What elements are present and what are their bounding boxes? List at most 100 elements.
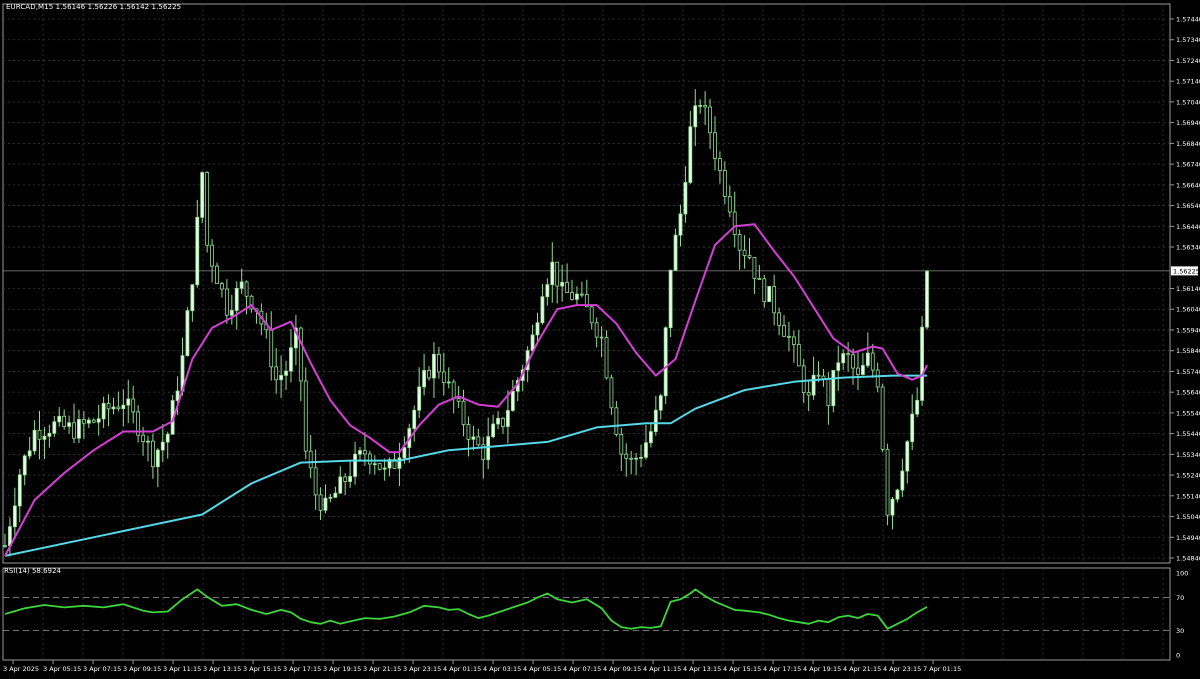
- candle-body: [767, 286, 772, 302]
- candle-body: [865, 352, 870, 366]
- candle-body: [496, 417, 500, 425]
- candle-body: [609, 377, 614, 409]
- candle-body: [358, 450, 362, 455]
- candle-body: [432, 353, 436, 379]
- candle-body: [146, 440, 150, 443]
- candle-body: [875, 369, 880, 388]
- candle-body: [579, 293, 584, 296]
- fast-moving-average-line: [4, 223, 928, 557]
- candle-body: [111, 406, 116, 410]
- candle-body: [550, 261, 555, 285]
- candle-body: [900, 470, 905, 491]
- candle-body: [673, 234, 678, 271]
- candle-body: [466, 424, 471, 440]
- candle-body: [727, 196, 732, 213]
- candle-body: [737, 234, 742, 251]
- candle-body: [446, 381, 451, 384]
- candle-body: [905, 441, 910, 472]
- price-tick-label: 1.56940: [1176, 119, 1200, 127]
- candle-body: [151, 440, 155, 468]
- candle-body: [782, 325, 786, 337]
- price-tick-label: 1.56540: [1176, 202, 1200, 210]
- candle-body: [762, 278, 767, 302]
- candle-body: [870, 352, 875, 371]
- candle-body: [274, 366, 279, 381]
- candle-body: [436, 353, 441, 373]
- candle-body: [32, 429, 37, 452]
- candle-body: [895, 489, 900, 500]
- current-price-label: 1.56225: [1173, 267, 1200, 275]
- candle-body: [747, 255, 752, 258]
- candle-body: [688, 126, 693, 183]
- candle-body: [811, 374, 816, 396]
- candle-body: [648, 431, 653, 444]
- candle-body: [81, 419, 86, 424]
- time-tick-label: 4 Apr 03:15: [483, 665, 521, 673]
- time-tick-label: 3 Apr 07:15: [83, 665, 121, 673]
- time-tick-label: 4 Apr 21:15: [843, 665, 881, 673]
- candle-body: [244, 281, 249, 297]
- time-tick-label: 3 Apr 23:15: [403, 665, 441, 673]
- candle-body: [732, 211, 737, 235]
- candle-body: [190, 284, 195, 312]
- candle-body: [116, 406, 121, 410]
- candle-body: [826, 378, 831, 407]
- candle-body: [451, 381, 456, 400]
- candle-body: [165, 433, 170, 443]
- time-tick-label: 4 Apr 01:15: [443, 665, 481, 673]
- time-tick-label: 3 Apr 19:15: [323, 665, 361, 673]
- candle-body: [185, 310, 190, 357]
- candle-body: [693, 105, 698, 128]
- price-tick-label: 1.55840: [1176, 347, 1200, 355]
- candle-body: [718, 158, 722, 171]
- candle-body: [234, 287, 239, 311]
- candle-body: [333, 492, 338, 498]
- rsi-tick-label: 30: [1176, 627, 1184, 635]
- candle-body: [796, 344, 801, 367]
- price-tick-label: 1.56440: [1176, 223, 1200, 231]
- candle-body: [224, 288, 229, 316]
- candle-body: [663, 327, 668, 397]
- time-tick-label: 4 Apr 07:15: [563, 665, 601, 673]
- candle-body: [565, 281, 569, 293]
- candle-body: [752, 257, 757, 279]
- candle-body: [239, 281, 244, 289]
- candle-body: [777, 312, 781, 326]
- candle-body: [91, 419, 96, 423]
- price-tick-label: 1.55240: [1176, 472, 1200, 480]
- candle-body: [920, 326, 924, 401]
- candle-body: [841, 353, 846, 364]
- candle-body: [915, 400, 920, 415]
- slow-moving-average-line: [4, 374, 927, 557]
- candle-body: [831, 369, 836, 407]
- candle-body: [72, 422, 76, 439]
- time-tick-label: 3 Apr 11:15: [163, 665, 201, 673]
- candle-body: [846, 353, 851, 356]
- candle-body: [353, 453, 357, 477]
- candle-body: [880, 386, 885, 450]
- candle-body: [910, 413, 915, 443]
- price-tick-label: 1.55540: [1176, 409, 1200, 417]
- candle-body: [427, 370, 431, 379]
- candle-body: [303, 380, 308, 452]
- candle-body: [367, 453, 372, 465]
- candle-body: [486, 436, 491, 461]
- candle-body: [205, 172, 210, 246]
- candle-body: [698, 105, 703, 107]
- candle-body: [338, 476, 343, 494]
- price-tick-label: 1.56840: [1176, 140, 1200, 148]
- candle-body: [506, 410, 510, 427]
- price-chart-svg[interactable]: 1.57440 1.57340 1.57240 1.57140 1.57040 1.569…: [0, 0, 1200, 675]
- time-tick-label: 7 Apr 01:15: [923, 665, 961, 673]
- candle-body: [757, 278, 762, 280]
- candle-body: [52, 421, 57, 434]
- candle-body: [535, 322, 540, 336]
- time-tick-label: 4 Apr 23:15: [883, 665, 921, 673]
- candle-body: [141, 434, 145, 442]
- rsi-tick-label: 0: [1176, 652, 1180, 660]
- candle-body: [42, 435, 47, 440]
- candle-body: [313, 467, 318, 496]
- candle-body: [402, 447, 407, 459]
- candle-body: [86, 419, 91, 424]
- candle-body: [644, 442, 648, 458]
